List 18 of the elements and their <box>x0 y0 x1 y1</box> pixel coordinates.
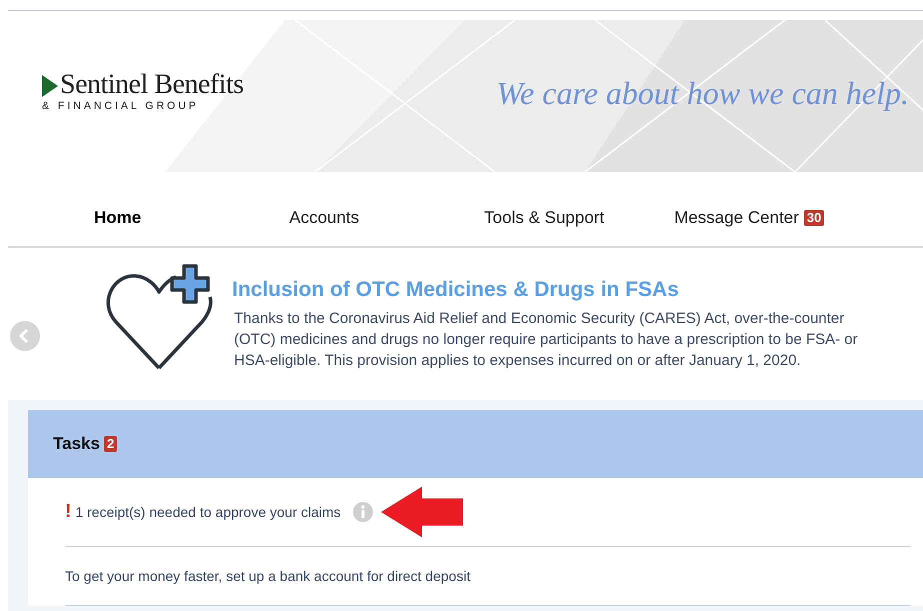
alert-mark: ! <box>65 501 72 523</box>
triangle-icon <box>42 75 58 97</box>
count-badge: 30 <box>804 210 824 226</box>
nav-tab[interactable]: Home <box>94 208 142 228</box>
info-icon[interactable] <box>352 502 373 522</box>
nav-tab[interactable]: Tools & Support <box>484 208 604 228</box>
count-badge: 2 <box>104 436 118 452</box>
previous-arrow-button[interactable] <box>10 321 40 351</box>
logo-subtitle: & FINANCIAL GROUP <box>42 100 200 112</box>
tagline: We care about how we can help. <box>496 74 909 112</box>
promo-text: Thanks to the Coronavirus Aid Relief and Economic Security (CARES) Act, over-the-counter (OTC) medicines and drugs no longer require participants to have a prescription to be FSA- or HSA-eligible. This provision applies to expenses incurred on or after January 1, 2020. <box>234 309 859 371</box>
nav-tab[interactable]: Message Center 30 <box>674 208 824 228</box>
logo-name: Sentinel Benefits <box>60 70 244 100</box>
task-link[interactable]: To get your money faster, set up a bank account for direct deposit <box>65 568 470 584</box>
tasks-title: Tasks <box>53 434 100 454</box>
nav-tab[interactable]: Accounts <box>289 208 360 228</box>
task-link[interactable]: 1 receipt(s) needed to approve your claims <box>75 504 341 520</box>
promo-title: Inclusion of OTC Medicines & Drugs in FSAs <box>232 278 680 302</box>
